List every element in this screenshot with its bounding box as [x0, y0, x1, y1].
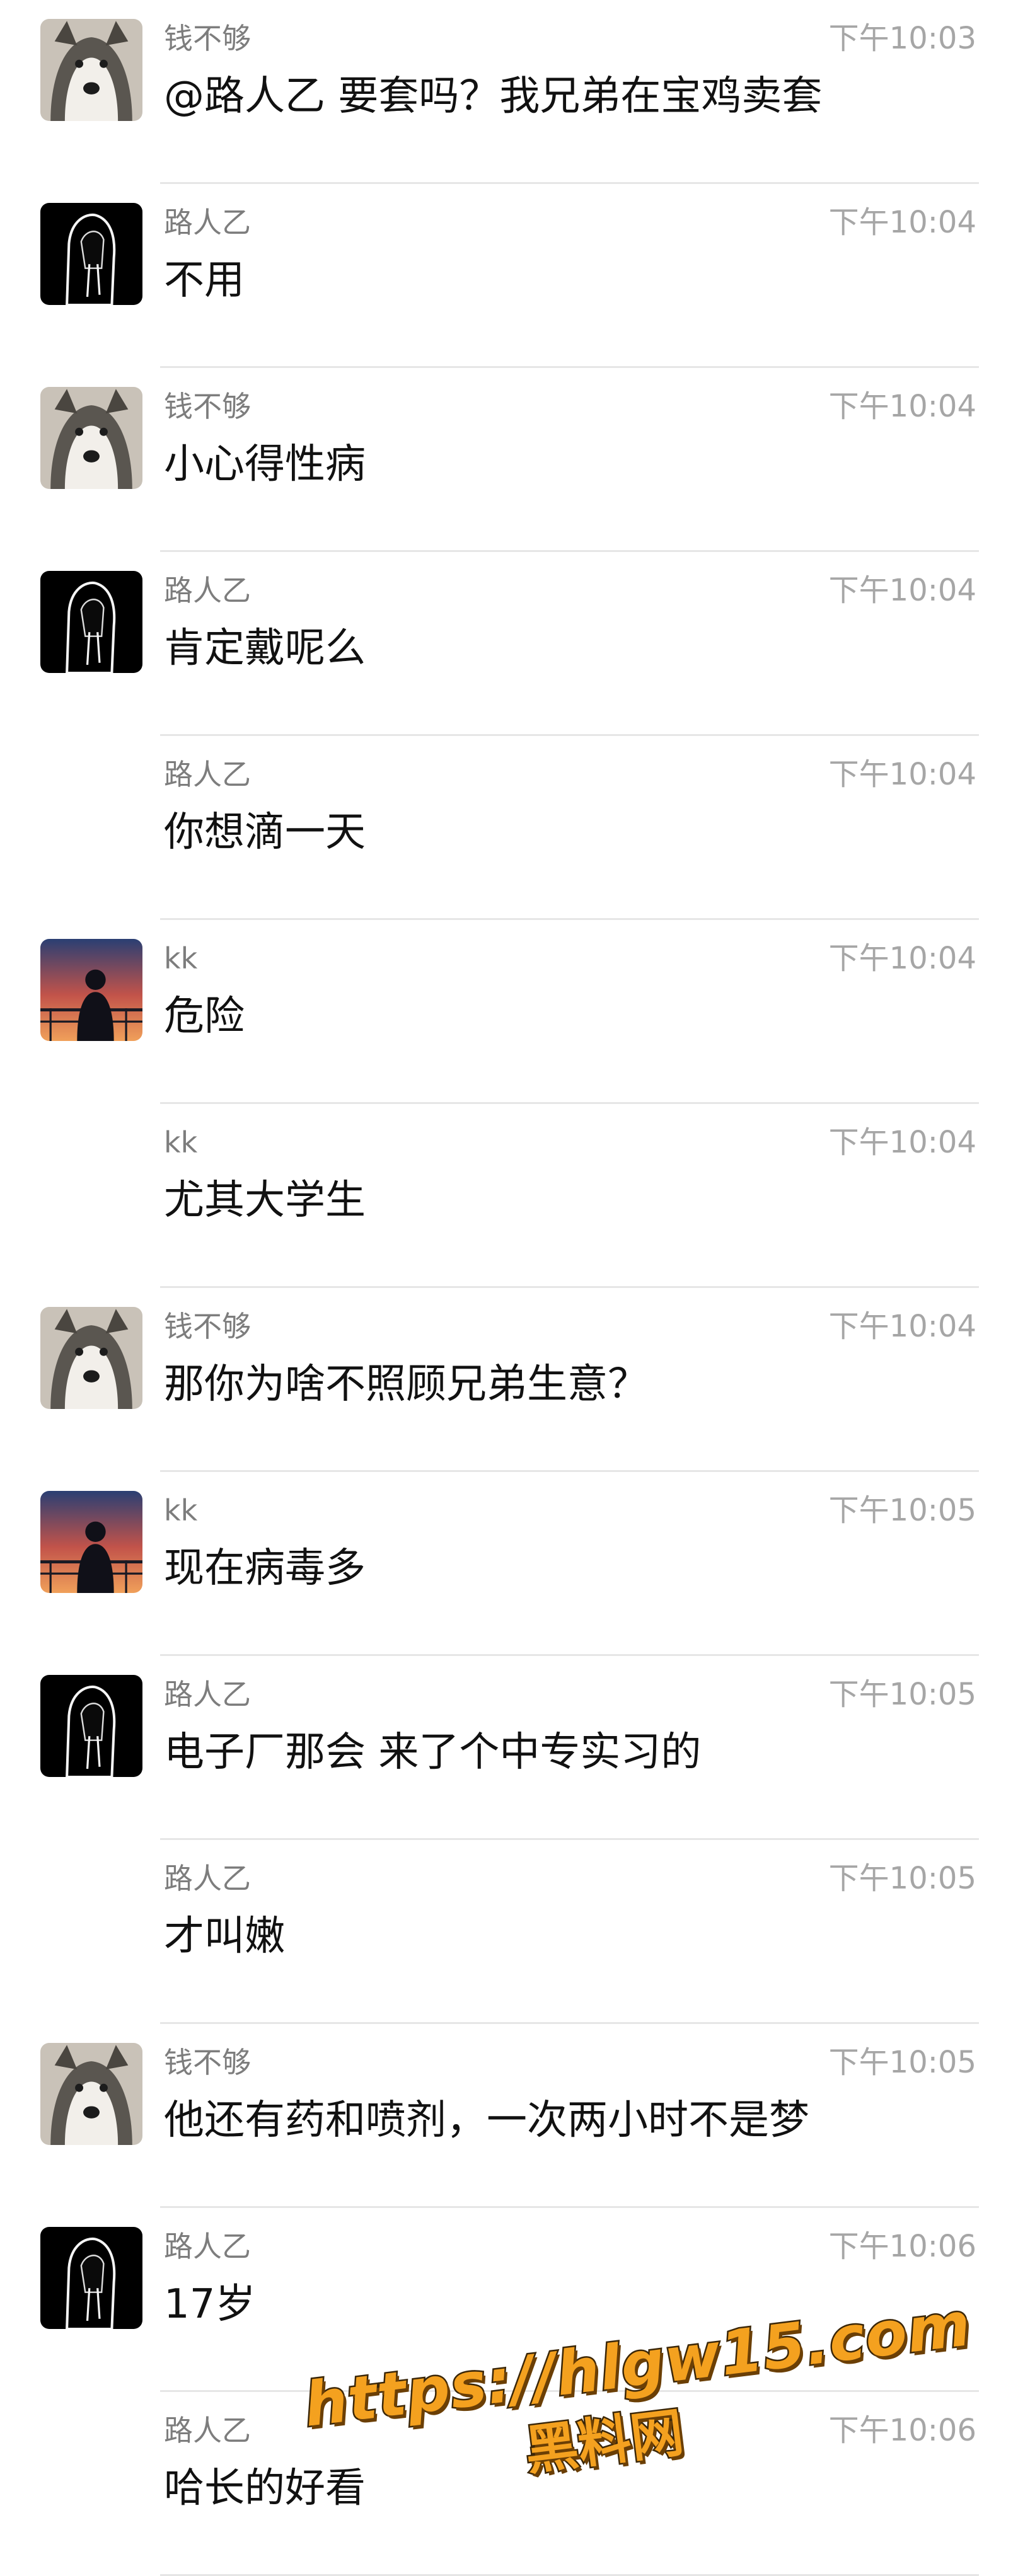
- sender-name[interactable]: 钱不够: [164, 387, 251, 426]
- sender-name[interactable]: 路人乙: [164, 1675, 251, 1714]
- message-time: 下午10:04: [828, 389, 976, 424]
- sender-name[interactable]: 路人乙: [164, 2227, 251, 2266]
- message-text[interactable]: 危险: [164, 988, 245, 1045]
- chat-message[interactable]: kk 下午10:04 尤其大学生: [0, 1104, 1018, 1288]
- message-time: 下午10:05: [828, 1493, 976, 1528]
- chat-message[interactable]: 路人乙 下午10:06 17岁: [0, 2208, 1018, 2392]
- chat-message[interactable]: 路人乙 下午10:04 肯定戴呢么: [0, 552, 1018, 736]
- chat-message[interactable]: kk 下午10:05 现在病毒多: [0, 1472, 1018, 1656]
- message-time: 下午10:06: [828, 2229, 976, 2264]
- message-time: 下午10:04: [828, 941, 976, 976]
- sender-name[interactable]: 路人乙: [164, 571, 251, 610]
- message-text[interactable]: 现在病毒多: [164, 1540, 366, 1597]
- message-text[interactable]: 那你为啥不照顾兄弟生意？: [164, 1356, 648, 1413]
- message-text[interactable]: 尤其大学生: [164, 1172, 366, 1229]
- message-text[interactable]: 电子厂那会 来了个中专实习的: [164, 1724, 701, 1781]
- message-text[interactable]: 你想滴一天: [164, 804, 366, 861]
- sender-name[interactable]: 钱不够: [164, 2043, 251, 2082]
- message-time: 下午10:04: [828, 573, 976, 608]
- hooded-figure-avatar[interactable]: [40, 571, 142, 673]
- chat-message[interactable]: 钱不够 下午10:05 他还有药和喷剂，一次两小时不是梦: [0, 2024, 1018, 2208]
- sender-name[interactable]: 路人乙: [164, 755, 251, 794]
- message-time: 下午10:04: [828, 205, 976, 240]
- chat-message[interactable]: 钱不够 下午10:03 @路人乙 要套吗？我兄弟在宝鸡卖套: [0, 0, 1018, 184]
- sender-name[interactable]: 钱不够: [164, 19, 251, 58]
- sunset-silhouette-avatar[interactable]: [40, 1491, 142, 1593]
- sender-name[interactable]: 路人乙: [164, 203, 251, 242]
- chat-message[interactable]: 钱不够 下午10:04 小心得性病: [0, 368, 1018, 552]
- hooded-figure-avatar[interactable]: [40, 203, 142, 305]
- chat-message[interactable]: 路人乙 下午10:06 哈长的好看: [0, 2392, 1018, 2576]
- message-text[interactable]: 小心得性病: [164, 436, 366, 493]
- husky-avatar[interactable]: [40, 2043, 142, 2145]
- message-text[interactable]: 哈长的好看: [164, 2460, 366, 2517]
- sender-name[interactable]: kk: [164, 1123, 197, 1162]
- chat-message[interactable]: 路人乙 下午10:04 你想滴一天: [0, 736, 1018, 920]
- sender-name[interactable]: 路人乙: [164, 1859, 251, 1898]
- chat-message[interactable]: kk 下午10:04 危险: [0, 920, 1018, 1104]
- message-time: 下午10:05: [828, 1861, 976, 1896]
- message-time: 下午10:06: [828, 2413, 976, 2448]
- hooded-figure-avatar[interactable]: [40, 1675, 142, 1777]
- message-text[interactable]: @路人乙 要套吗？我兄弟在宝鸡卖套: [164, 68, 822, 125]
- message-time: 下午10:05: [828, 2045, 976, 2080]
- message-text[interactable]: 17岁: [164, 2276, 255, 2333]
- husky-avatar[interactable]: [40, 1307, 142, 1409]
- message-time: 下午10:04: [828, 1309, 976, 1344]
- message-time: 下午10:04: [828, 1125, 976, 1160]
- message-time: 下午10:03: [828, 21, 976, 56]
- message-text[interactable]: 才叫嫩: [164, 1908, 285, 1965]
- sender-name[interactable]: kk: [164, 1491, 197, 1530]
- chat-message-list[interactable]: 钱不够 下午10:03 @路人乙 要套吗？我兄弟在宝鸡卖套 路人乙 下午10:04 不用钱…: [0, 0, 1018, 2576]
- sunset-silhouette-avatar[interactable]: [40, 939, 142, 1041]
- message-time: 下午10:04: [828, 757, 976, 792]
- husky-avatar[interactable]: [40, 19, 142, 121]
- sender-name[interactable]: 钱不够: [164, 1307, 251, 1346]
- sender-name[interactable]: 路人乙: [164, 2411, 251, 2450]
- message-time: 下午10:05: [828, 1677, 976, 1712]
- message-text[interactable]: 不用: [164, 252, 245, 309]
- chat-message[interactable]: 路人乙 下午10:04 不用: [0, 184, 1018, 368]
- hooded-figure-avatar[interactable]: [40, 2227, 142, 2329]
- chat-message[interactable]: 钱不够 下午10:04 那你为啥不照顾兄弟生意？: [0, 1288, 1018, 1472]
- message-text[interactable]: 肯定戴呢么: [164, 620, 366, 677]
- chat-message[interactable]: 路人乙 下午10:05 才叫嫩: [0, 1840, 1018, 2024]
- sender-name[interactable]: kk: [164, 939, 197, 978]
- chat-message[interactable]: 路人乙 下午10:05 电子厂那会 来了个中专实习的: [0, 1656, 1018, 1840]
- husky-avatar[interactable]: [40, 387, 142, 489]
- message-text[interactable]: 他还有药和喷剂，一次两小时不是梦: [164, 2092, 809, 2149]
